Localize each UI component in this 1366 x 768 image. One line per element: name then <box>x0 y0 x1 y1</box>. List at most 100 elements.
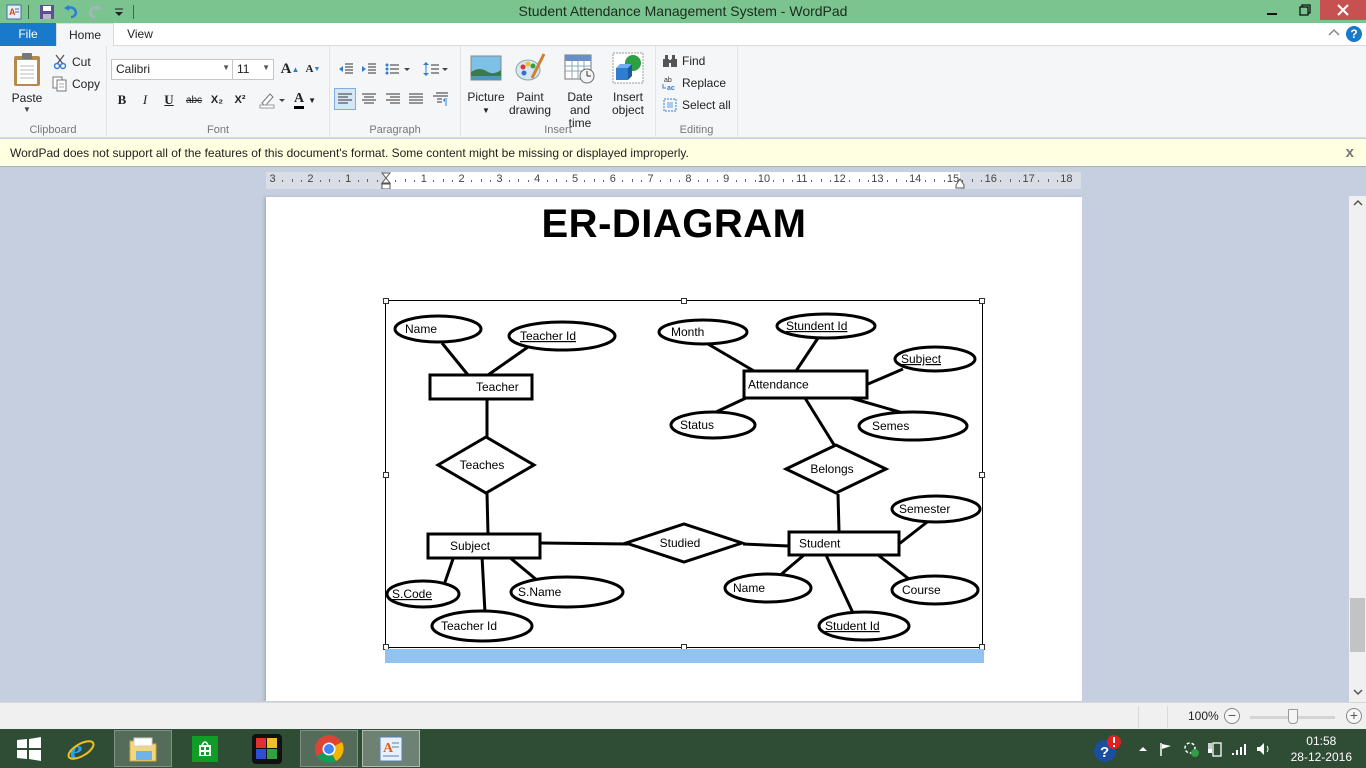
find-button[interactable]: Find <box>662 51 705 71</box>
cut-button[interactable]: Cut <box>52 52 91 72</box>
battery-icon[interactable] <box>1205 729 1225 768</box>
document-page[interactable]: ER-DIAGRAM Teacher Attendance Subject St… <box>266 197 1082 701</box>
ruler-number: 8 <box>685 173 692 185</box>
tab-file[interactable]: File <box>0 23 56 46</box>
resize-handle[interactable] <box>383 472 389 478</box>
grow-font-button[interactable]: A ▲ <box>279 58 301 80</box>
help-icon[interactable]: ? <box>1346 26 1362 42</box>
bold-button[interactable]: B <box>111 89 133 111</box>
minimize-button[interactable] <box>1250 0 1294 20</box>
subscript-button[interactable]: X₂ <box>206 89 228 111</box>
tab-view[interactable]: View <box>114 23 166 46</box>
resize-handle[interactable] <box>979 298 985 304</box>
zoom-in-icon[interactable]: + <box>1346 708 1362 724</box>
scroll-up-icon[interactable] <box>1349 196 1366 213</box>
font-color-button[interactable]: A ▼ <box>289 89 321 111</box>
insert-object-button[interactable]: Insert object <box>605 52 651 117</box>
ruler[interactable]: 3 2 1 1 2 3 4 5 6 7 8 9 10 11 12 13 14 15 16 17 18 <box>266 172 1081 190</box>
action-center-alert[interactable]: ? <box>1090 729 1124 768</box>
ruler-tick <box>282 180 284 182</box>
align-left-button[interactable] <box>334 88 356 110</box>
taskbar-wordpad[interactable]: A <box>362 730 420 767</box>
zoom-slider-thumb[interactable] <box>1288 709 1298 724</box>
connector-line <box>707 342 755 373</box>
select-all-button[interactable]: Select all <box>662 95 731 115</box>
paint-drawing-label-2: drawing <box>508 103 552 117</box>
resize-handle[interactable] <box>681 298 687 304</box>
close-button[interactable] <box>1320 0 1366 20</box>
wordpad-icon: A <box>379 736 403 761</box>
clipboard-group: Paste ▼ Cut Copy Clipboard <box>0 46 107 138</box>
flag-icon[interactable] <box>1157 729 1175 768</box>
underline-button[interactable]: U <box>158 89 180 111</box>
align-center-button[interactable] <box>358 88 380 110</box>
attribute-stundent-id: Stundent Id <box>775 312 877 340</box>
ribbon-tabs: File Home View ? <box>0 23 1366 47</box>
strikethrough-button[interactable]: abc <box>183 89 205 111</box>
taskbar-internet-explorer[interactable]: e <box>52 730 110 767</box>
attribute-semester: Semester <box>890 494 982 524</box>
notification-close-icon[interactable]: x <box>1346 144 1354 161</box>
paste-button[interactable]: Paste ▼ <box>8 52 46 116</box>
copy-button[interactable]: Copy <box>52 74 100 94</box>
zoom-level: 100% <box>1188 709 1219 723</box>
scrollbar-thumb[interactable] <box>1350 598 1365 652</box>
clock-date: 28-12-2016 <box>1290 750 1352 764</box>
start-button[interactable] <box>0 730 58 767</box>
align-right-button[interactable] <box>382 88 404 110</box>
collapse-ribbon-icon[interactable] <box>1328 26 1340 40</box>
taskbar-clock[interactable]: 01:58 28-12-2016 <box>1291 733 1352 765</box>
decrease-indent-icon <box>339 63 353 74</box>
superscript-button[interactable]: X² <box>229 89 251 111</box>
shrink-font-icon: A <box>305 63 314 75</box>
ruler-number: 16 <box>984 173 997 185</box>
document-area[interactable]: ER-DIAGRAM Teacher Attendance Subject St… <box>0 189 1349 701</box>
paste-dropdown-arrow-icon[interactable]: ▼ <box>8 105 46 114</box>
ruler-tick <box>858 179 860 182</box>
font-size-dropdown[interactable]: 11 ▼ <box>232 59 274 80</box>
editing-group: Find ab ac Replace Select all Editing <box>656 46 738 138</box>
tab-home[interactable]: Home <box>56 23 114 47</box>
paragraph-settings-button[interactable]: ¶ <box>430 88 452 110</box>
increase-indent-button[interactable] <box>358 58 380 80</box>
vertical-scrollbar[interactable] <box>1349 196 1366 702</box>
store-icon <box>192 735 218 762</box>
restore-button[interactable] <box>1294 0 1316 20</box>
attribute-status: Status <box>669 410 757 440</box>
ruler-tick <box>830 180 832 182</box>
bullet-list-button[interactable] <box>383 58 413 80</box>
insert-group: Picture ▼ Paint drawing Date and time In… <box>461 46 656 138</box>
shrink-font-button[interactable]: A ▼ <box>302 58 324 80</box>
italic-button[interactable]: I <box>134 89 156 111</box>
relationship-teaches: Teaches <box>435 435 537 495</box>
italic-icon: I <box>142 92 148 107</box>
ruler-tick <box>811 180 813 182</box>
network-signal-icon[interactable] <box>1229 729 1249 768</box>
taskbar-store[interactable] <box>176 730 234 767</box>
paint-drawing-button[interactable]: Paint drawing <box>507 52 553 117</box>
taskbar-chrome[interactable] <box>300 730 358 767</box>
decrease-indent-button[interactable] <box>335 58 357 80</box>
ribbon: Paste ▼ Cut Copy Clipboard Calibri ▼ 11 … <box>0 46 1366 138</box>
calendar-clock-icon <box>564 54 595 84</box>
attribute-student-id: Student Id <box>817 610 911 642</box>
line-spacing-button[interactable] <box>421 58 451 80</box>
show-hidden-icons-icon[interactable] <box>1135 729 1151 768</box>
ruler-tick <box>745 179 747 182</box>
picture-button[interactable]: Picture ▼ <box>463 52 509 117</box>
taskbar-puzzle-app[interactable] <box>238 730 296 767</box>
date-time-button[interactable]: Date and time <box>557 52 603 130</box>
ruler-tick <box>319 180 321 182</box>
er-diagram-image[interactable]: Teacher Attendance Subject Student Teaches Be… <box>383 298 985 650</box>
scroll-down-icon[interactable] <box>1349 685 1366 702</box>
resize-handle[interactable] <box>383 298 389 304</box>
replace-button[interactable]: ab ac Replace <box>662 73 726 93</box>
taskbar-file-explorer[interactable] <box>114 730 172 767</box>
zoom-out-icon[interactable]: − <box>1224 708 1240 724</box>
justify-button[interactable] <box>405 88 427 110</box>
sync-icon[interactable] <box>1181 729 1201 768</box>
highlight-color-button[interactable] <box>255 89 289 111</box>
resize-handle[interactable] <box>979 472 985 478</box>
volume-icon[interactable] <box>1254 729 1274 768</box>
font-family-dropdown[interactable]: Calibri ▼ <box>111 59 234 80</box>
